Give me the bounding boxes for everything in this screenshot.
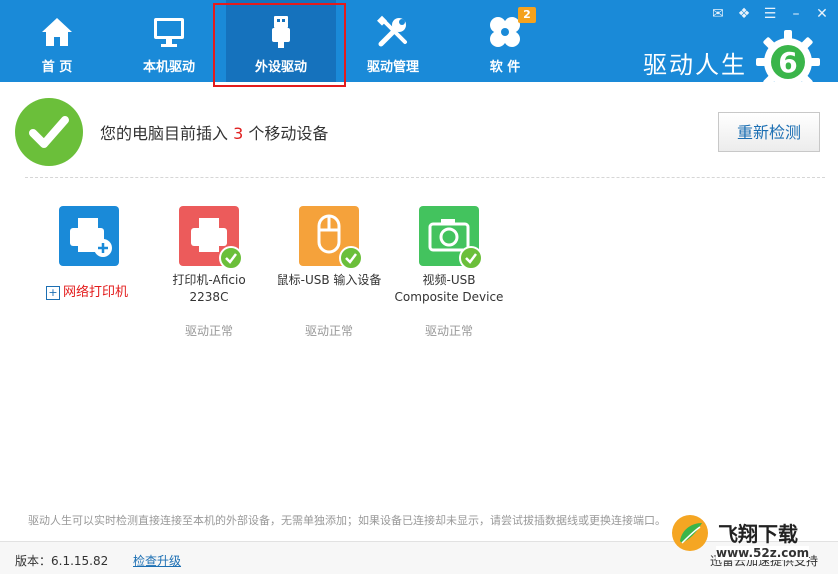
printer-icon	[179, 206, 243, 270]
device-name: 打印机-Aficio 2238C	[149, 272, 269, 306]
watermark-title: 飞翔下载	[718, 522, 798, 546]
skin-icon[interactable]: ❖	[736, 6, 752, 22]
tools-icon	[338, 14, 448, 50]
device-printer[interactable]: 打印机-Aficio 2238C 驱动正常	[149, 206, 269, 339]
tab-software-label: 软 件	[489, 60, 521, 75]
highlight-frame	[213, 3, 346, 87]
network-printer-icon	[59, 206, 119, 266]
redetect-button[interactable]: 重新检测	[718, 112, 820, 152]
tab-driver-management[interactable]: 驱动管理	[338, 0, 448, 82]
window-controls: ✉ ❖ ☰ – ✕	[710, 6, 830, 22]
mouse-icon	[299, 206, 363, 270]
watermark-logo	[672, 515, 708, 551]
check-upgrade-link[interactable]: 检查升级	[133, 552, 181, 569]
tab-home[interactable]: 首 页	[2, 0, 112, 82]
brand-logo-digit: 6	[778, 46, 797, 79]
top-navigation-bar: 首 页 本机驱动 外设驱动 驱动管理 软 件 2 ✉ ❖ ☰ – ✕ 驱动人生	[0, 0, 838, 94]
home-icon	[2, 14, 112, 50]
brand-logo: 6	[754, 28, 822, 96]
device-name-line2: Composite Device	[394, 290, 504, 304]
device-camera[interactable]: 视频-USB Composite Device 驱动正常	[389, 206, 509, 339]
apps-icon	[450, 14, 560, 50]
device-name-line1: 打印机-Aficio	[172, 273, 246, 287]
tab-home-label: 首 页	[41, 60, 73, 75]
device-name-line1: 视频-USB	[422, 273, 476, 287]
ok-check-icon	[219, 246, 243, 270]
monitor-icon	[114, 14, 224, 50]
version-label: 版本：6.1.15.82	[15, 554, 109, 568]
device-network-printer[interactable]	[29, 206, 149, 266]
device-name: 视频-USB Composite Device	[389, 272, 509, 306]
tab-local-drivers-label: 本机驱动	[142, 60, 195, 75]
device-mouse[interactable]: 鼠标-USB 输入设备 驱动正常	[269, 206, 389, 339]
driver-status: 驱动正常	[184, 324, 233, 338]
device-name-line2: 2238C	[189, 290, 229, 304]
close-icon[interactable]: ✕	[814, 6, 830, 22]
ok-check-icon	[459, 246, 483, 270]
add-network-printer-link[interactable]: + 网络打印机	[46, 281, 128, 300]
minimize-icon[interactable]: –	[788, 6, 804, 22]
success-check-icon	[15, 98, 83, 166]
watermark-url: www.52z.com	[716, 546, 810, 560]
device-count-status: 您的电脑目前插入 3 个移动设备	[100, 120, 328, 144]
software-update-badge: 2	[518, 7, 536, 23]
help-tip: 驱动人生可以实时检测直接连接至本机的外部设备，无需单独添加；如果设备已连接却未显…	[28, 514, 666, 527]
status-suffix: 个移动设备	[248, 124, 329, 143]
feedback-icon[interactable]: ✉	[710, 6, 726, 22]
status-prefix: 您的电脑目前插入	[100, 124, 229, 143]
section-divider	[25, 177, 825, 178]
device-count: 3	[233, 124, 244, 143]
driver-status: 驱动正常	[424, 324, 473, 338]
ok-check-icon	[339, 246, 363, 270]
add-icon: +	[46, 285, 60, 300]
tab-driver-management-label: 驱动管理	[366, 60, 419, 75]
device-name-line1: 鼠标-USB 输入设备	[276, 273, 382, 287]
brand-name: 驱动人生	[643, 51, 747, 79]
tab-local-drivers[interactable]: 本机驱动	[114, 0, 224, 82]
network-printer-label: 网络打印机	[63, 285, 129, 300]
camera-icon	[419, 206, 483, 270]
tab-software[interactable]: 软 件	[450, 0, 560, 82]
menu-icon[interactable]: ☰	[762, 6, 778, 22]
status-bar: 版本：6.1.15.82 检查升级 迅雷云加速提供支持	[0, 541, 838, 574]
device-name: 鼠标-USB 输入设备	[269, 272, 389, 289]
driver-status: 驱动正常	[304, 324, 353, 338]
